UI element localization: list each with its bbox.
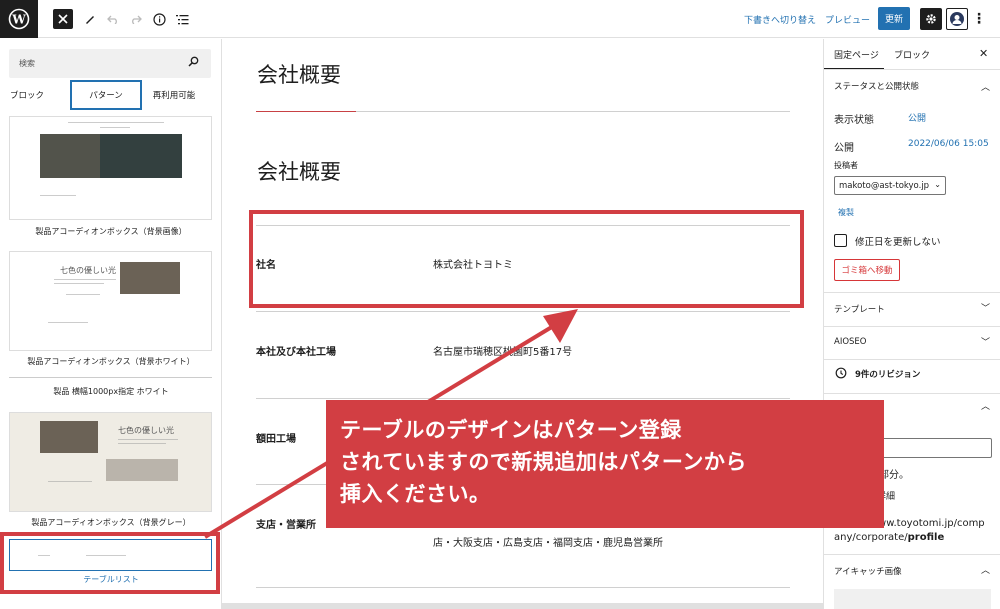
highlight-box-table-list-pattern [0, 532, 220, 594]
more-options-icon[interactable]: ⋮ [972, 9, 986, 29]
update-button[interactable]: 更新 [878, 7, 910, 30]
pattern-sign-text: 七色の優しい光 [118, 426, 174, 435]
permalink-url-slug: profile [907, 532, 945, 543]
table-row-label[interactable]: 額田工場 [256, 430, 296, 445]
featured-image-placeholder[interactable] [834, 589, 991, 609]
author-label: 投稿者 [834, 161, 858, 170]
tab-page[interactable]: 固定ページ [834, 48, 879, 61]
undo-icon[interactable] [103, 9, 123, 29]
close-inserter-button[interactable] [53, 9, 73, 29]
pattern-search-box[interactable]: 検索 [9, 49, 211, 78]
pattern-label: 製品アコーディオンボックス（背景ホワイト） [27, 357, 195, 366]
aioseo-panel-heading[interactable]: AIOSEO [834, 337, 866, 347]
pattern-label: 製品アコーディオンボックス（背景画像） [35, 227, 187, 236]
tab-block[interactable]: ブロック [894, 48, 930, 61]
visibility-value[interactable]: 公開 [908, 111, 926, 124]
move-to-trash-button[interactable]: ゴミ箱へ移動 [834, 259, 900, 281]
instruction-callout: テーブルのデザインはパターン登録 されていますので新規追加はパターンから 挿入く… [326, 400, 884, 528]
chevron-up-icon[interactable]: ︿ [981, 563, 990, 576]
pattern-label: 製品アコーディオンボックス（背景グレー） [31, 518, 191, 527]
template-panel-heading[interactable]: テンプレート [834, 303, 885, 315]
wordpress-logo-icon[interactable]: W [0, 0, 38, 38]
pattern-sign-text: 七色の優しい光 [60, 266, 116, 275]
svg-text:W: W [11, 13, 26, 27]
edit-tools-icon[interactable] [80, 9, 100, 29]
tab-patterns[interactable]: パターン [70, 80, 142, 110]
chevron-up-icon[interactable]: ︿ [981, 80, 990, 93]
table-row-value[interactable]: 名古屋市瑞穂区桃園町5番17号 [433, 343, 572, 358]
no-update-modified-checkbox[interactable] [834, 234, 847, 247]
featured-image-panel-heading[interactable]: アイキャッチ画像 [834, 565, 902, 577]
chevron-down-icon[interactable]: ﹀ [981, 335, 990, 348]
chevron-down-icon: ⌄ [934, 180, 941, 189]
preview-link[interactable]: プレビュー [825, 13, 870, 26]
editor-toolbar: W 下書きへ切り替え プレビュー 更新 ⋮ [0, 0, 1000, 38]
modify-label: 修正日を更新しない [855, 237, 941, 248]
status-panel-heading[interactable]: ステータスと公開状態 [834, 80, 919, 92]
close-sidebar-icon[interactable]: ✕ [979, 47, 988, 60]
publish-label: 公開 [834, 143, 854, 154]
highlight-box-table-row [249, 210, 804, 308]
author-select-value: makoto@ast-tokyo.jp [839, 180, 930, 191]
visibility-label: 表示状態 [834, 115, 874, 126]
switch-to-draft-link[interactable]: 下書きへ切り替え [744, 13, 816, 26]
chevron-down-icon[interactable]: ﹀ [981, 301, 990, 314]
pattern-preview-background-image[interactable] [9, 116, 212, 220]
revisions-clock-icon [835, 367, 847, 382]
settings-gear-icon[interactable] [920, 8, 942, 30]
table-row-label[interactable]: 支店・営業所 [256, 516, 316, 531]
table-row-label[interactable]: 本社及び本社工場 [256, 343, 336, 358]
section-heading[interactable]: 会社概要 [257, 156, 341, 186]
search-input[interactable]: 検索 [19, 58, 35, 69]
pattern-preview-grey[interactable]: 七色の優しい光 [9, 412, 212, 512]
table-row-value[interactable]: 店・大阪支店・広島支店・福岡支店・鹿児島営業所 [433, 534, 663, 549]
page-heading[interactable]: 会社概要 [257, 59, 341, 89]
revisions-link[interactable]: 9件のリビジョン [855, 368, 920, 380]
pattern-preview-white[interactable]: 七色の優しい光 [9, 251, 212, 351]
permalink-url-path: any/corporate/ [834, 532, 908, 543]
info-icon[interactable] [149, 9, 169, 29]
chevron-up-icon[interactable]: ︿ [981, 399, 990, 412]
tab-blocks[interactable]: ブロック [0, 80, 55, 110]
author-select[interactable]: makoto@ast-tokyo.jp ⌄ [834, 176, 946, 195]
publish-date-value[interactable]: 2022/06/06 15:05 [908, 139, 989, 149]
pattern-label[interactable]: 製品 横幅1000px指定 ホワイト [0, 386, 221, 397]
list-view-icon[interactable] [172, 9, 192, 29]
editor-footer-bar [222, 603, 823, 609]
callout-text: テーブルのデザインはパターン登録 されていますので新規追加はパターンから 挿入く… [340, 418, 747, 506]
permalink-url-line-2[interactable]: any/corporate/profile [834, 532, 944, 543]
tab-reusable[interactable]: 再利用可能 [143, 80, 205, 110]
search-icon[interactable] [188, 56, 199, 70]
redo-icon[interactable] [126, 9, 146, 29]
plugin-avatar-icon[interactable] [946, 8, 968, 30]
block-inserter-panel: 検索 ブロック パターン 再利用可能 製品アコーディオンボックス（背景画像） 七… [0, 39, 222, 609]
duplicate-link[interactable]: 複製 [838, 207, 854, 218]
